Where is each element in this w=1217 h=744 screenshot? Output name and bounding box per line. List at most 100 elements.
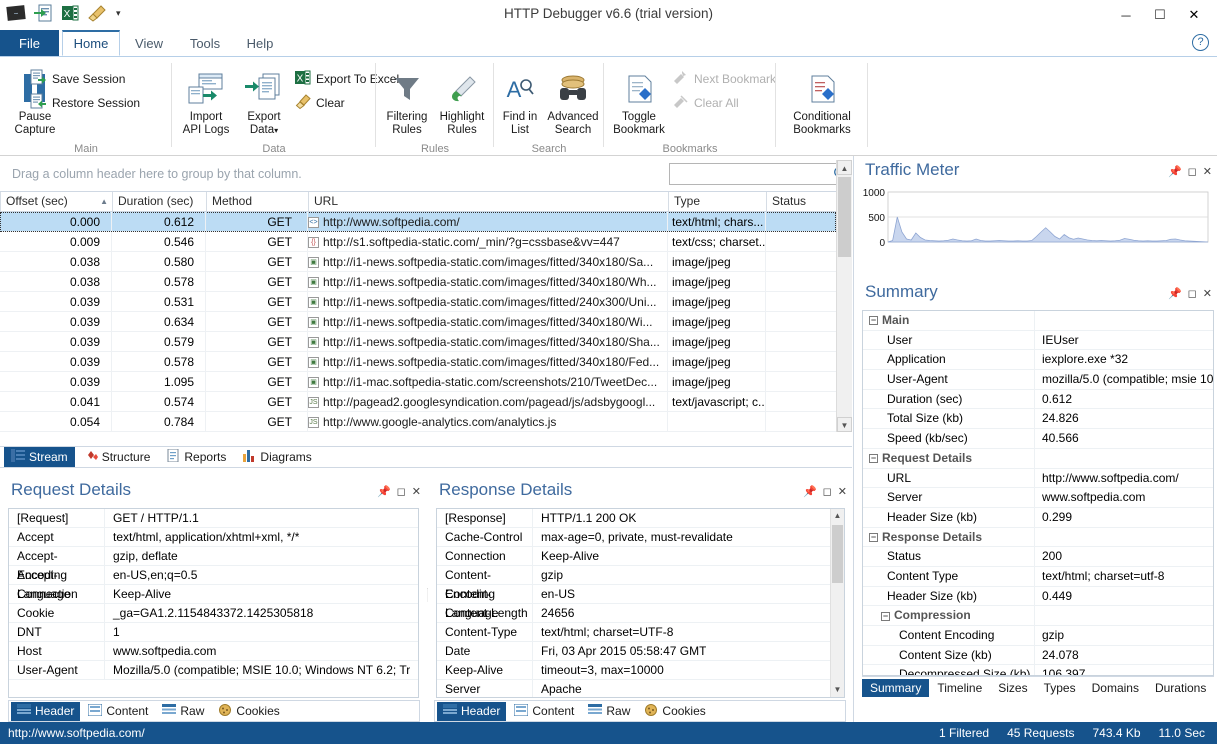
column-header-method[interactable]: Method [206, 192, 308, 211]
summary-tab-summary[interactable]: Summary [862, 679, 929, 697]
column-header-url[interactable]: URL [308, 192, 668, 211]
minimize-button[interactable]: ─ [1109, 4, 1143, 26]
grid-search-box[interactable] [669, 163, 844, 185]
help-icon[interactable]: ? [1192, 34, 1209, 51]
summary-group-row[interactable]: −Request Details [863, 449, 1213, 469]
summary-row[interactable]: Status200 [863, 547, 1213, 567]
header-row[interactable]: Accepttext/html, application/xhtml+xml, … [9, 528, 418, 547]
toggle-bookmark-button[interactable]: Toggle Bookmark [606, 67, 672, 137]
pin-icon[interactable]: 📌 [377, 485, 391, 498]
import-api-logs-button[interactable]: Import API Logs [178, 67, 234, 137]
filtering-rules-button[interactable]: Filtering Rules [380, 67, 434, 137]
view-tab-structure[interactable]: Structure [77, 447, 158, 467]
summary-tab-durations[interactable]: Durations [1147, 679, 1214, 697]
header-row[interactable]: Content-Languageen-US [437, 585, 844, 604]
header-row[interactable]: Content-Typetext/html; charset=UTF-8 [437, 623, 844, 642]
export-dropdown-icon[interactable]: ▾ [274, 126, 278, 135]
collapse-icon[interactable]: − [869, 533, 878, 542]
table-row[interactable]: 0.0390.531GET▣http://i1-news.softpedia-s… [0, 292, 836, 312]
table-row[interactable]: 0.0390.578GET▣http://i1-news.softpedia-s… [0, 352, 836, 372]
close-icon[interactable]: ✕ [412, 485, 421, 498]
pin-icon[interactable]: 📌 [1168, 287, 1182, 300]
summary-row[interactable]: Content Typetext/html; charset=utf-8 [863, 567, 1213, 587]
response-scrollbar[interactable]: ▲ ▼ [830, 509, 844, 697]
scroll-down-icon[interactable]: ▼ [837, 417, 852, 432]
response-tab-raw[interactable]: Raw [582, 702, 636, 721]
vscroll-thumb[interactable] [838, 177, 851, 257]
summary-row[interactable]: Total Size (kb)24.826 [863, 409, 1213, 429]
summary-row[interactable]: Serverwww.softpedia.com [863, 488, 1213, 508]
table-row[interactable]: 0.0410.574GETJShttp://pagead2.googlesynd… [0, 392, 836, 412]
header-row[interactable]: Hostwww.softpedia.com [9, 642, 418, 661]
column-header-duration[interactable]: Duration (sec) [112, 192, 206, 211]
maximize-icon[interactable]: ◻ [1188, 287, 1197, 300]
next-bookmark-button[interactable]: Next Bookmark [672, 69, 776, 89]
close-icon[interactable]: ✕ [1203, 165, 1212, 178]
header-row[interactable]: Content-Encodinggzip [437, 566, 844, 585]
view-tab-stream[interactable]: Stream [4, 447, 75, 467]
header-row[interactable]: Keep-Alivetimeout=3, max=10000 [437, 661, 844, 680]
clear-all-bookmarks-button[interactable]: Clear All [672, 93, 739, 113]
maximize-icon[interactable]: ◻ [1188, 165, 1197, 178]
close-button[interactable]: ✕ [1177, 4, 1211, 26]
grid-vertical-scrollbar[interactable]: ▲ ▼ [836, 160, 852, 432]
summary-row[interactable]: Header Size (kb)0.299 [863, 508, 1213, 528]
summary-tab-sizes[interactable]: Sizes [990, 679, 1035, 697]
header-row[interactable]: ConnectionKeep-Alive [9, 585, 418, 604]
restore-session-button[interactable]: Restore Session [30, 93, 140, 113]
summary-group-row[interactable]: −Main [863, 311, 1213, 331]
table-row[interactable]: 0.0390.579GET▣http://i1-news.softpedia-s… [0, 332, 836, 352]
column-header-offset[interactable]: Offset (sec) ▲ [0, 192, 112, 211]
header-row[interactable]: DNT1 [9, 623, 418, 642]
summary-row[interactable]: Duration (sec)0.612 [863, 390, 1213, 410]
collapse-icon[interactable]: − [869, 316, 878, 325]
scroll-down-icon[interactable]: ▼ [831, 683, 844, 697]
save-session-button[interactable]: Save Session [30, 69, 125, 89]
table-row[interactable]: 0.0090.546GET{}http://s1.softpedia-stati… [0, 232, 836, 252]
column-header-status[interactable]: Status [766, 192, 836, 211]
table-row[interactable]: 0.0380.580GET▣http://i1-news.softpedia-s… [0, 252, 836, 272]
summary-tab-timeline[interactable]: Timeline [929, 679, 990, 697]
collapse-icon[interactable]: − [881, 612, 890, 621]
maximize-button[interactable]: ☐ [1143, 4, 1177, 26]
summary-group-row[interactable]: −Response Details [863, 528, 1213, 548]
summary-row[interactable]: UserIEUser [863, 331, 1213, 351]
conditional-bookmarks-button[interactable]: Conditional Bookmarks [784, 67, 860, 137]
header-row[interactable]: Cache-Controlmax-age=0, private, must-re… [437, 528, 844, 547]
summary-row[interactable]: Applicationiexplore.exe *32 [863, 350, 1213, 370]
column-header-type[interactable]: Type [668, 192, 766, 211]
summary-row[interactable]: Decompressed Size (kb)106.397 [863, 665, 1213, 676]
header-row[interactable]: DateFri, 03 Apr 2015 05:58:47 GMT [437, 642, 844, 661]
response-scroll-thumb[interactable] [832, 525, 843, 583]
pin-icon[interactable]: 📌 [1168, 165, 1182, 178]
table-row[interactable]: 0.0380.578GET▣http://i1-news.softpedia-s… [0, 272, 836, 292]
table-row[interactable]: 0.0000.612GET<>http://www.softpedia.com/… [0, 212, 836, 232]
summary-row[interactable]: Content Encodinggzip [863, 626, 1213, 646]
table-row[interactable]: 0.0540.784GETJShttp://www.google-analyti… [0, 412, 836, 432]
summary-row[interactable]: Header Size (kb)0.449 [863, 587, 1213, 607]
response-tab-content[interactable]: Content [508, 702, 580, 721]
response-tab-cookies[interactable]: Cookies [638, 702, 711, 721]
request-tab-cookies[interactable]: Cookies [212, 702, 285, 721]
summary-row[interactable]: URLhttp://www.softpedia.com/ [863, 469, 1213, 489]
summary-group-row[interactable]: −Compression [863, 606, 1213, 626]
header-row[interactable]: Accept-Languageen-US,en;q=0.5 [9, 566, 418, 585]
tab-file[interactable]: File [0, 30, 59, 56]
summary-row[interactable]: Content Size (kb)24.078 [863, 646, 1213, 666]
tab-home[interactable]: Home [62, 30, 120, 56]
clear-button[interactable]: Clear [294, 93, 345, 113]
scroll-up-icon[interactable]: ▲ [831, 509, 844, 523]
summary-tab-domains[interactable]: Domains [1084, 679, 1147, 697]
advanced-search-button[interactable]: Advanced Search [544, 67, 602, 137]
search-input[interactable] [670, 164, 833, 184]
header-row[interactable]: Content-Length24656 [437, 604, 844, 623]
highlight-rules-button[interactable]: Highlight Rules [434, 67, 490, 137]
export-data-button[interactable]: Export Data▾ [236, 67, 292, 137]
request-tab-raw[interactable]: Raw [156, 702, 210, 721]
header-row[interactable]: User-AgentMozilla/5.0 (compatible; MSIE … [9, 661, 418, 680]
maximize-icon[interactable]: ◻ [823, 485, 832, 498]
view-tab-diagrams[interactable]: Diagrams [235, 447, 318, 467]
close-icon[interactable]: ✕ [838, 485, 847, 498]
header-row[interactable]: Accept-Encodinggzip, deflate [9, 547, 418, 566]
summary-tab-types[interactable]: Types [1036, 679, 1084, 697]
